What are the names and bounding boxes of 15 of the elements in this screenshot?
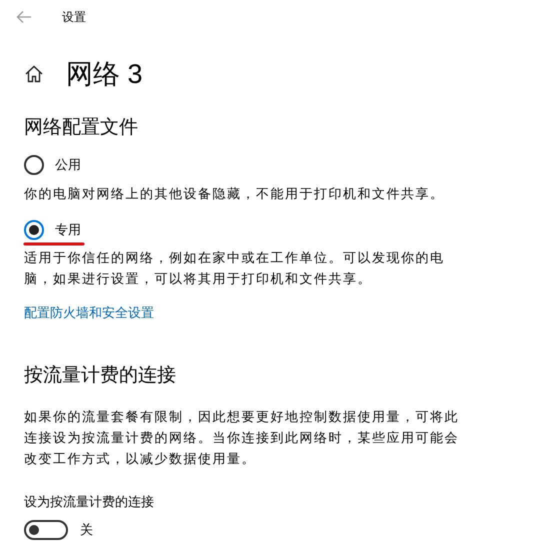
- metered-description: 如果你的流量套餐有限制，因此想要更好地控制数据使用量，可将此连接设为按流量计费的网络。当你连接到此网络时，某些应用可能会改变工作方式，以减少数据使用量。: [24, 408, 460, 468]
- toggle-label: 设为按流量计费的连接: [24, 492, 155, 510]
- page-title: 网络 3: [66, 60, 143, 88]
- toggle-switch[interactable]: [24, 520, 68, 540]
- option-description: 适用于你信任的网络，例如在家中或在工作单位。可以发现你的电脑，如果进行设置，可以将其用于打印机和文件共享。: [24, 249, 446, 288]
- toggle-state: 关: [80, 520, 93, 539]
- radio-button[interactable]: 专用: [24, 218, 81, 242]
- window-title: 设置: [62, 9, 86, 26]
- section-heading: 按流量计费的连接: [24, 364, 177, 388]
- option-description: 你的电脑对网络上的其他设备隐藏，不能用于打印机和文件共享。: [24, 185, 446, 203]
- firewall-link[interactable]: 配置防火墙和安全设置: [24, 303, 154, 322]
- back-arrow-icon[interactable]: [16, 10, 32, 24]
- home-icon[interactable]: [24, 64, 44, 84]
- section-heading: 网络配置文件: [24, 116, 139, 140]
- radio-button[interactable]: 公用: [24, 153, 81, 177]
